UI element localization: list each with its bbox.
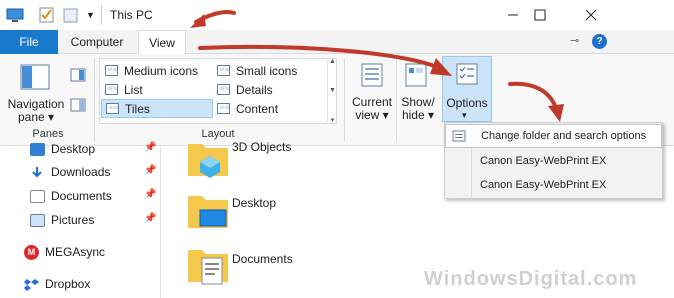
arrow-to-options: [198, 44, 442, 70]
annotation-arrows: [190, 10, 564, 122]
arrow-head-menu: [548, 104, 564, 122]
arrow-head-view: [190, 14, 206, 28]
watermark: WindowsDigital.com: [424, 268, 638, 290]
arrow-head-options: [430, 58, 452, 76]
arrow-to-menu: [508, 81, 558, 110]
